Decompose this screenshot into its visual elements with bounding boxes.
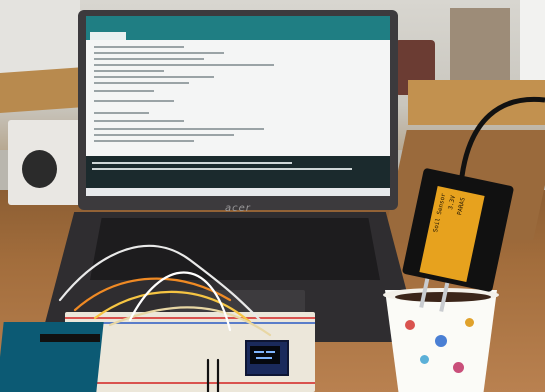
- sensor-label-text: PARAS: [456, 196, 467, 216]
- cup-pattern: [453, 362, 464, 373]
- sensor-cable: [459, 96, 545, 177]
- cup-pattern: [405, 320, 415, 330]
- cup-pattern: [465, 318, 474, 327]
- cup-pattern: [435, 335, 447, 347]
- cup-pattern: [420, 355, 429, 364]
- photo-scene: acer Soil Sensor 3.3V PARAS: [0, 0, 545, 392]
- sensor-label-text: 3.3V: [447, 194, 457, 211]
- sensor-label-text: Soil Sensor: [432, 192, 448, 234]
